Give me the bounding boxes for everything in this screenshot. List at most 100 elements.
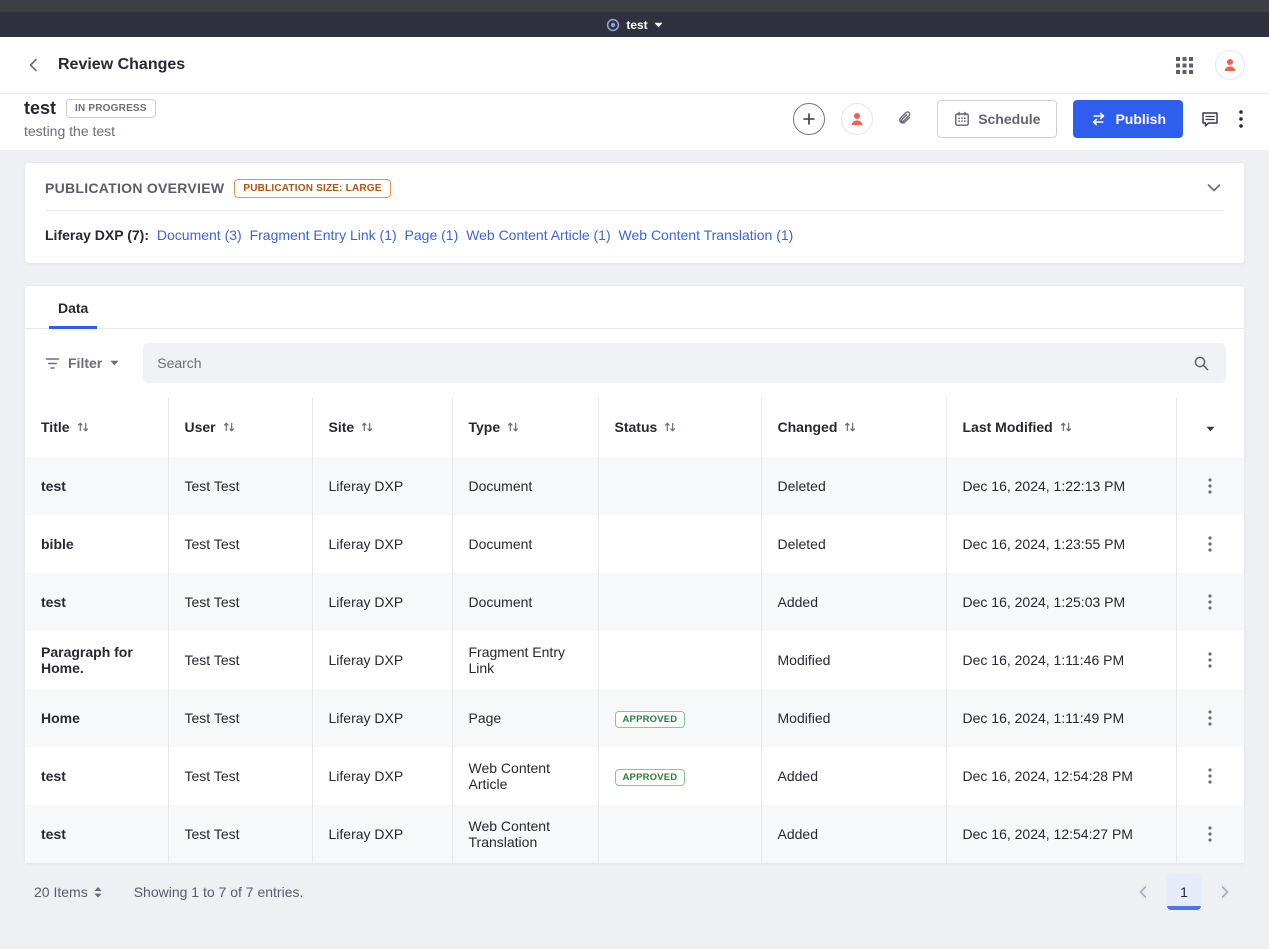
environment-selector[interactable]: test — [606, 18, 662, 32]
page-1-button[interactable]: 1 — [1167, 874, 1201, 910]
environment-label: test — [626, 18, 647, 32]
overview-title: PUBLICATION OVERVIEW — [45, 180, 224, 196]
publication-size-badge: PUBLICATION SIZE: LARGE — [234, 179, 390, 198]
schedule-button[interactable]: Schedule — [937, 100, 1057, 138]
cell-title: bible — [25, 515, 168, 573]
sort-icon — [1060, 421, 1072, 433]
table-row[interactable]: test Test Test Liferay DXP Document Adde… — [25, 573, 1244, 631]
cell-changed: Added — [761, 805, 946, 863]
table-row[interactable]: Home Test Test Liferay DXP Page APPROVED… — [25, 689, 1244, 747]
kebab-icon — [1208, 826, 1212, 842]
sort-icon — [361, 421, 373, 433]
cell-last-modified: Dec 16, 2024, 1:23:55 PM — [946, 515, 1176, 573]
grid-icon — [1176, 57, 1193, 74]
row-actions-button[interactable] — [1198, 472, 1222, 500]
type-link-web-content-translation[interactable]: Web Content Translation (1) — [619, 227, 794, 243]
row-actions-button[interactable] — [1198, 704, 1222, 732]
cell-title: test — [25, 747, 168, 805]
tab-bar: Data — [25, 286, 1244, 329]
search-button[interactable] — [1183, 349, 1220, 378]
collapse-overview-button[interactable] — [1204, 178, 1224, 198]
kebab-icon — [1208, 594, 1212, 610]
kebab-icon — [1239, 110, 1243, 128]
cell-actions — [1176, 457, 1244, 515]
sort-icon — [77, 421, 89, 433]
cell-user: Test Test — [168, 515, 312, 573]
pagination-bar: 20 Items Showing 1 to 7 of 7 entries. 1 — [24, 864, 1245, 934]
row-actions-button[interactable] — [1198, 530, 1222, 558]
table-row[interactable]: test Test Test Liferay DXP Web Content A… — [25, 747, 1244, 805]
row-actions-button[interactable] — [1198, 588, 1222, 616]
cell-title: test — [25, 457, 168, 515]
row-actions-button[interactable] — [1198, 762, 1222, 790]
showing-entries-text: Showing 1 to 7 of 7 entries. — [134, 884, 304, 900]
sort-icon — [664, 421, 676, 433]
table-row[interactable]: test Test Test Liferay DXP Web Content T… — [25, 805, 1244, 863]
cell-site: Liferay DXP — [312, 805, 452, 863]
changes-card: Data Filter — [24, 285, 1245, 864]
chevron-left-icon — [1137, 885, 1149, 899]
cell-status — [598, 631, 761, 689]
columns-selector-button[interactable] — [1176, 397, 1244, 457]
type-link-page[interactable]: Page (1) — [405, 227, 459, 243]
column-header-changed[interactable]: Changed — [761, 397, 946, 457]
page-title: Review Changes — [58, 56, 185, 74]
invite-users-button[interactable] — [793, 103, 825, 135]
publish-button[interactable]: Publish — [1073, 100, 1183, 138]
owner-avatar[interactable] — [841, 103, 873, 135]
cell-actions — [1176, 747, 1244, 805]
cell-type: Page — [452, 689, 598, 747]
chevron-right-icon — [1219, 885, 1231, 899]
row-actions-button[interactable] — [1198, 646, 1222, 674]
column-header-site[interactable]: Site — [312, 397, 452, 457]
cell-user: Test Test — [168, 747, 312, 805]
cell-last-modified: Dec 16, 2024, 1:11:49 PM — [946, 689, 1176, 747]
cell-last-modified: Dec 16, 2024, 1:25:03 PM — [946, 573, 1176, 631]
next-page-button[interactable] — [1215, 881, 1235, 903]
cell-last-modified: Dec 16, 2024, 1:22:13 PM — [946, 457, 1176, 515]
cell-user: Test Test — [168, 631, 312, 689]
chevron-down-icon — [1206, 180, 1222, 196]
cell-site: Liferay DXP — [312, 457, 452, 515]
previous-page-button[interactable] — [1133, 881, 1153, 903]
cell-last-modified: Dec 16, 2024, 12:54:28 PM — [946, 747, 1176, 805]
chevron-left-icon — [26, 57, 42, 73]
copy-link-button[interactable] — [889, 103, 921, 135]
caret-down-icon — [1206, 426, 1215, 432]
user-avatar-button[interactable] — [1215, 50, 1245, 80]
cell-status — [598, 805, 761, 863]
back-button[interactable] — [24, 55, 44, 75]
publish-label: Publish — [1115, 111, 1166, 127]
table-row[interactable]: test Test Test Liferay DXP Document Dele… — [25, 457, 1244, 515]
cell-changed: Deleted — [761, 515, 946, 573]
caret-down-icon — [110, 360, 119, 366]
type-link-document[interactable]: Document (3) — [157, 227, 242, 243]
approved-badge: APPROVED — [615, 769, 686, 786]
column-header-title[interactable]: Title — [25, 397, 168, 457]
cell-site: Liferay DXP — [312, 631, 452, 689]
search-input[interactable] — [157, 355, 1183, 371]
tab-data[interactable]: Data — [49, 286, 97, 328]
row-actions-button[interactable] — [1198, 820, 1222, 848]
publication-description: testing the test — [24, 123, 156, 139]
cell-type: Document — [452, 515, 598, 573]
comments-button[interactable] — [1199, 109, 1221, 130]
type-link-web-content-article[interactable]: Web Content Article (1) — [466, 227, 610, 243]
column-header-user[interactable]: User — [168, 397, 312, 457]
column-header-type[interactable]: Type — [452, 397, 598, 457]
column-header-status[interactable]: Status — [598, 397, 761, 457]
screen: test Review Changes — [0, 0, 1269, 949]
person-icon — [849, 111, 865, 127]
table-row[interactable]: bible Test Test Liferay DXP Document Del… — [25, 515, 1244, 573]
table-row[interactable]: Paragraph for Home. Test Test Liferay DX… — [25, 631, 1244, 689]
items-per-page-selector[interactable]: 20 Items — [34, 884, 102, 900]
applications-menu-button[interactable] — [1174, 55, 1195, 76]
filter-dropdown[interactable]: Filter — [45, 355, 119, 371]
kebab-menu-button[interactable] — [1237, 108, 1245, 130]
cell-type: Document — [452, 457, 598, 515]
column-header-last-modified[interactable]: Last Modified — [946, 397, 1176, 457]
type-link-fragment-entry-link[interactable]: Fragment Entry Link (1) — [250, 227, 397, 243]
publication-overview-panel: PUBLICATION OVERVIEW PUBLICATION SIZE: L… — [24, 162, 1245, 264]
cell-site: Liferay DXP — [312, 573, 452, 631]
plus-icon — [801, 111, 817, 127]
